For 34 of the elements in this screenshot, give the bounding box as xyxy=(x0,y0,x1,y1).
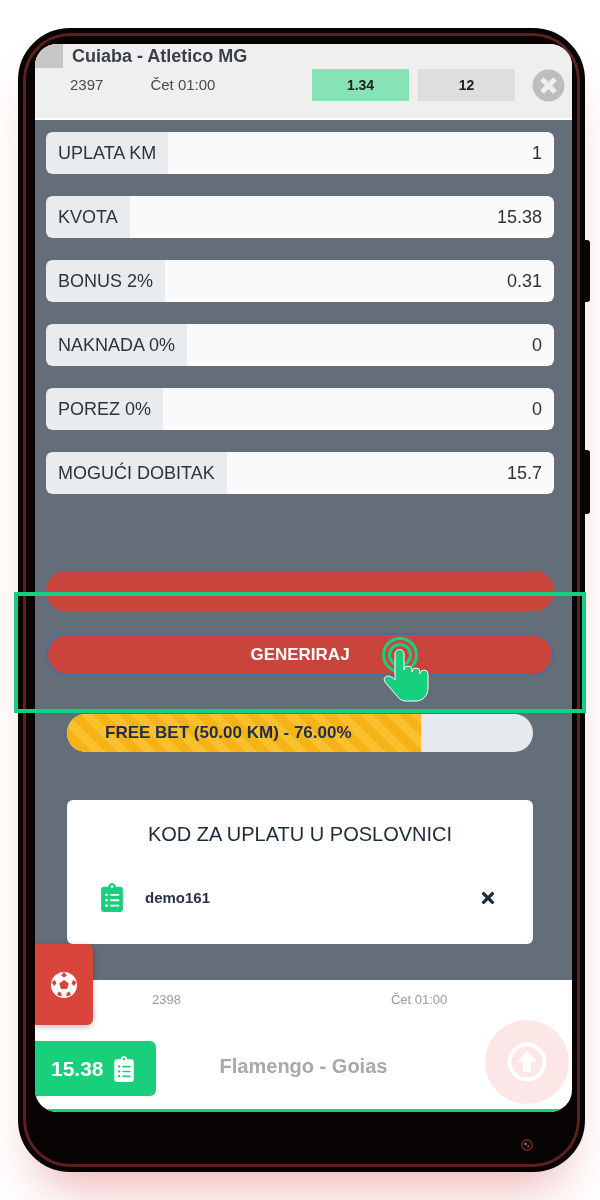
value-field[interactable]: 15.38 xyxy=(129,196,554,238)
pill-button[interactable] xyxy=(46,571,554,611)
odds-button[interactable]: 1.34 xyxy=(312,69,409,101)
field-label: KVOTA xyxy=(46,196,130,238)
generate-button[interactable]: GENERIRAJ xyxy=(46,633,554,676)
free-bet-label: FREE BET (50.00 KM) - 76.00% xyxy=(105,723,352,743)
lens-icon xyxy=(521,1139,533,1151)
match-number: 2397 xyxy=(70,76,104,94)
match-title: Cuiaba - Atletico MG xyxy=(72,45,248,67)
side-button[interactable] xyxy=(583,450,590,514)
image-placeholder xyxy=(35,44,63,68)
field-label: UPLATA KM xyxy=(46,132,169,174)
field-label: NAKNADA 0% xyxy=(46,324,188,366)
clipboard-icon xyxy=(101,883,123,912)
field-label: BONUS 2% xyxy=(46,260,166,302)
soccer-ball-icon xyxy=(50,970,78,999)
value-field[interactable]: 0.31 xyxy=(165,260,554,302)
card-title: KOD ZA UPLATU U POSLOVNICI xyxy=(146,822,454,846)
value-field[interactable]: 15.7 xyxy=(226,452,554,494)
field-label: MOGUĆI DOBITAK xyxy=(46,452,227,494)
value-field[interactable]: 0 xyxy=(163,388,554,430)
match-title: Flamengo - Goias xyxy=(219,1055,388,1078)
clipboard-icon xyxy=(113,1055,134,1082)
arrow-up-icon xyxy=(507,1042,547,1082)
pick-button[interactable]: 12 xyxy=(418,69,515,101)
match-time: Čet 01:00 xyxy=(150,76,216,94)
sport-button[interactable] xyxy=(35,944,93,1025)
value-field[interactable]: 1 xyxy=(168,132,554,174)
code-text: demo161 xyxy=(145,889,211,906)
field-label: POREZ 0% xyxy=(46,388,164,430)
match-number: 2398 xyxy=(152,992,181,1007)
match-time: Čet 01:00 xyxy=(390,992,448,1007)
value-field[interactable]: 0 xyxy=(187,324,554,366)
side-button[interactable] xyxy=(583,240,590,302)
